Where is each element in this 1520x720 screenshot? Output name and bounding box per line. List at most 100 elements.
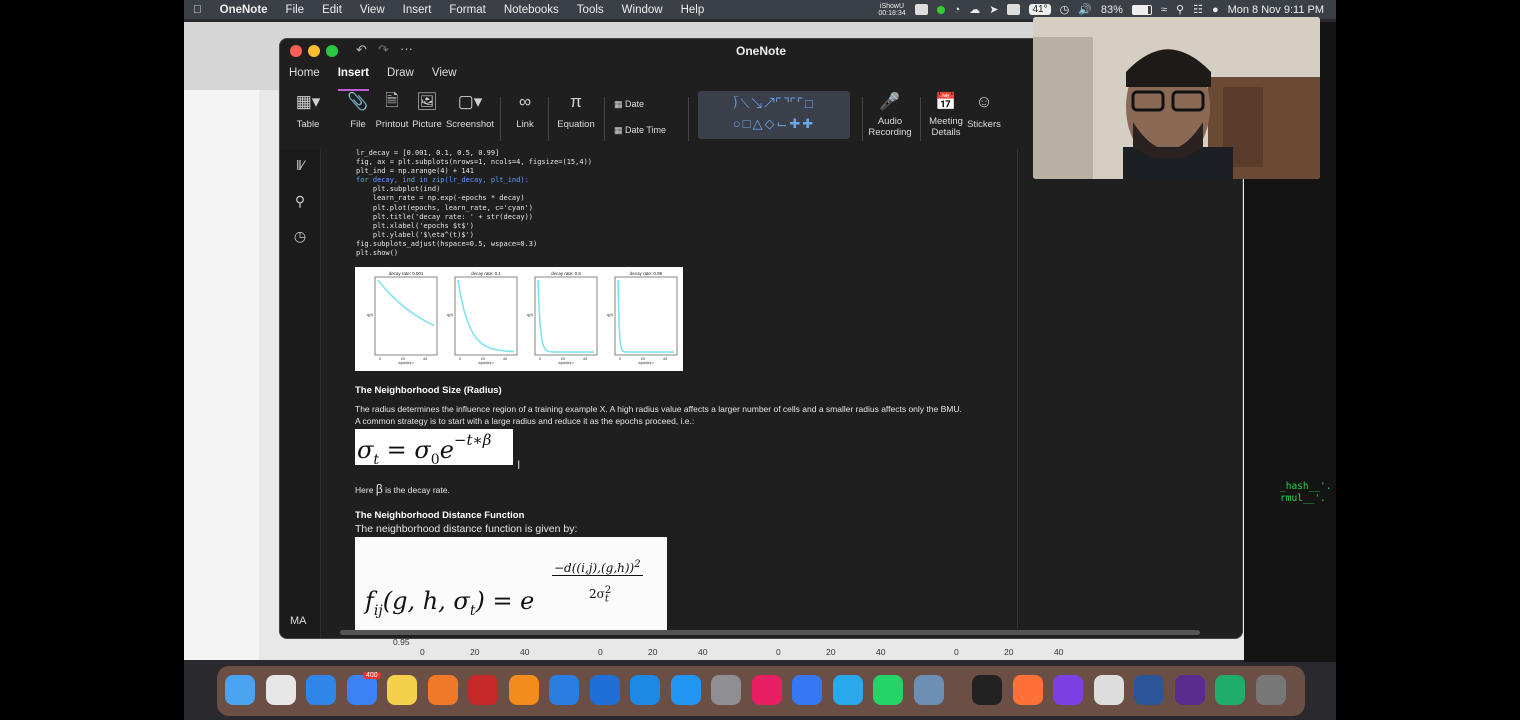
gauge-icon[interactable]: ◔ — [954, 4, 961, 16]
search-icon[interactable]: ⚲ — [1176, 3, 1184, 16]
sublime-icon[interactable] — [508, 675, 539, 705]
code-line: plt.plot(epochs, learn_rate, c='cyan') — [356, 203, 534, 212]
tab-insert[interactable]: Insert — [329, 67, 378, 91]
note-page[interactable]: lr_decay = [0.001, 0.1, 0.5, 0.99] fig, … — [321, 149, 1242, 638]
meeting-details-button[interactable]: 📅 Meeting Details — [926, 91, 966, 138]
settings-icon[interactable] — [711, 675, 741, 705]
tab-draw[interactable]: Draw — [378, 67, 423, 87]
recorder-status[interactable]: iShowU 00:18:34 — [878, 3, 905, 17]
decay-plots-image[interactable]: decay rate: 0.001 epochs t η(t) 0 20 40 decay … — [355, 267, 683, 371]
finder-icon[interactable] — [225, 675, 255, 705]
record-dot-icon[interactable] — [936, 5, 945, 14]
slack-icon[interactable] — [751, 675, 782, 705]
inkscape-icon[interactable] — [1093, 675, 1124, 705]
safari-icon[interactable] — [306, 675, 336, 705]
stack-icon[interactable] — [468, 675, 498, 705]
link-button[interactable]: ∞ Link — [508, 91, 542, 130]
radius-equation[interactable]: σt = σ0e−t∗β — [355, 429, 513, 468]
sheets-icon[interactable] — [1215, 675, 1245, 705]
mail-icon[interactable] — [346, 675, 377, 705]
apple-icon[interactable]:  — [184, 4, 211, 16]
equation-button[interactable]: π Equation — [554, 91, 598, 130]
menu-file[interactable]: File — [277, 4, 314, 16]
background-x-tick: 20 — [826, 647, 836, 657]
code-line: lr_decay = [0.001, 0.1, 0.5, 0.99] — [356, 149, 500, 157]
preview-icon[interactable] — [630, 675, 660, 705]
file-button[interactable]: 📎 File — [344, 91, 372, 130]
menu-view[interactable]: View — [351, 4, 394, 16]
calendar-icon: ▦ — [614, 99, 623, 109]
onenote-icon[interactable] — [1053, 675, 1083, 705]
picture-button[interactable]: 🖼 Picture — [410, 91, 444, 130]
calendar-icon: 📅 — [935, 92, 957, 111]
control-center-icon[interactable]: ☷ — [1193, 3, 1203, 16]
date-time-button[interactable]: ▦ Date Time — [614, 125, 666, 136]
tab-view[interactable]: View — [423, 67, 466, 87]
screenshot-button[interactable]: ▢▾ Screenshot — [445, 91, 495, 130]
notebooks-icon[interactable]: ‖⁄ — [290, 157, 310, 173]
siri-icon[interactable]: ● — [1212, 4, 1219, 16]
vscode-icon[interactable] — [549, 675, 579, 705]
clock-icon[interactable]: ◷ — [1060, 3, 1070, 16]
horizontal-scrollbar[interactable] — [340, 630, 1200, 635]
firefox-icon[interactable] — [1012, 675, 1043, 705]
user-initials[interactable]: MA — [290, 615, 307, 627]
launchpad-icon[interactable] — [265, 675, 296, 705]
stickers-button[interactable]: ☺ Stickers — [966, 91, 1002, 130]
calendar-clock-icon: ▦ — [614, 125, 623, 135]
audio-recording-button[interactable]: 🎤 Audio Recording — [868, 91, 912, 138]
subplot-xtick: 20 — [561, 357, 565, 361]
menu-edit[interactable]: Edit — [313, 4, 351, 16]
battery-icon[interactable] — [1131, 4, 1152, 15]
table-button[interactable]: ▦▾ Table — [288, 91, 328, 130]
weather-temp[interactable]: 41° — [1029, 4, 1051, 15]
background-x-tick: 0 — [598, 647, 603, 657]
subplot-frame — [614, 276, 678, 356]
subplot-title: decay rate: 0.99 — [630, 271, 663, 276]
menu-insert[interactable]: Insert — [394, 4, 441, 16]
background-x-tick: 0 — [954, 647, 959, 657]
tor-icon[interactable] — [1174, 675, 1205, 705]
notes-icon[interactable] — [387, 675, 417, 705]
printout-button[interactable]: 🗎 Printout — [374, 91, 410, 131]
code-block[interactable]: lr_decay = [0.001, 0.1, 0.5, 0.99] fig, … — [356, 149, 592, 258]
smiley-icon: ☺ — [975, 92, 993, 111]
battery-percent[interactable]: 83% — [1101, 4, 1123, 16]
distance-equation[interactable]: fij(g, h, σt) = e −d((i,j),(g,h))2 2σt2 — [355, 537, 667, 633]
preview-app-icon[interactable] — [913, 675, 944, 705]
menu-format[interactable]: Format — [440, 4, 494, 16]
brush-icon[interactable] — [427, 675, 458, 705]
telegram-icon[interactable] — [832, 675, 863, 705]
trash-icon[interactable] — [1255, 675, 1286, 705]
pin-icon[interactable]: ➤ — [989, 3, 998, 16]
date-button[interactable]: ▦ Date — [614, 99, 644, 110]
menu-tools[interactable]: Tools — [568, 4, 613, 16]
code-line: plt.subplot(ind) — [356, 185, 441, 194]
terminal-icon[interactable] — [972, 675, 1002, 705]
xcode-icon[interactable] — [589, 675, 620, 705]
menu-app-name[interactable]: OneNote — [211, 4, 277, 16]
menu-notebooks[interactable]: Notebooks — [495, 4, 568, 16]
subplot-ylabel: η(t) — [447, 312, 454, 317]
appstore-icon[interactable] — [670, 675, 701, 705]
page-divider — [1017, 149, 1018, 629]
subplot-ylabel: η(t) — [367, 312, 374, 317]
wifi-icon[interactable]: ≈ — [1161, 4, 1167, 16]
status-icon[interactable] — [914, 4, 928, 15]
volume-icon[interactable]: 🔊 — [1078, 3, 1092, 16]
background-x-tick: 40 — [876, 647, 886, 657]
search-icon[interactable]: ⚲ — [290, 193, 310, 210]
cloud-icon[interactable]: ☁ — [969, 3, 980, 16]
word-icon[interactable] — [1134, 675, 1164, 705]
menu-help[interactable]: Help — [672, 4, 714, 16]
tab-home[interactable]: Home — [280, 67, 329, 87]
recent-icon[interactable]: ◷ — [290, 228, 310, 245]
code-line: plt.show() — [356, 249, 399, 258]
shapes-gallery[interactable]: ⟌⟍↘↗⌜⌝⌜⌜□ ○□△◇⌙✚✚ — [698, 91, 850, 139]
whatsapp-icon[interactable] — [873, 675, 903, 705]
notes-icon[interactable] — [1007, 4, 1021, 15]
menu-window[interactable]: Window — [613, 4, 672, 16]
link-icon: ∞ — [518, 92, 532, 111]
menu-datetime[interactable]: Mon 8 Nov 9:11 PM — [1228, 4, 1324, 16]
navigation-icon[interactable] — [792, 675, 822, 705]
